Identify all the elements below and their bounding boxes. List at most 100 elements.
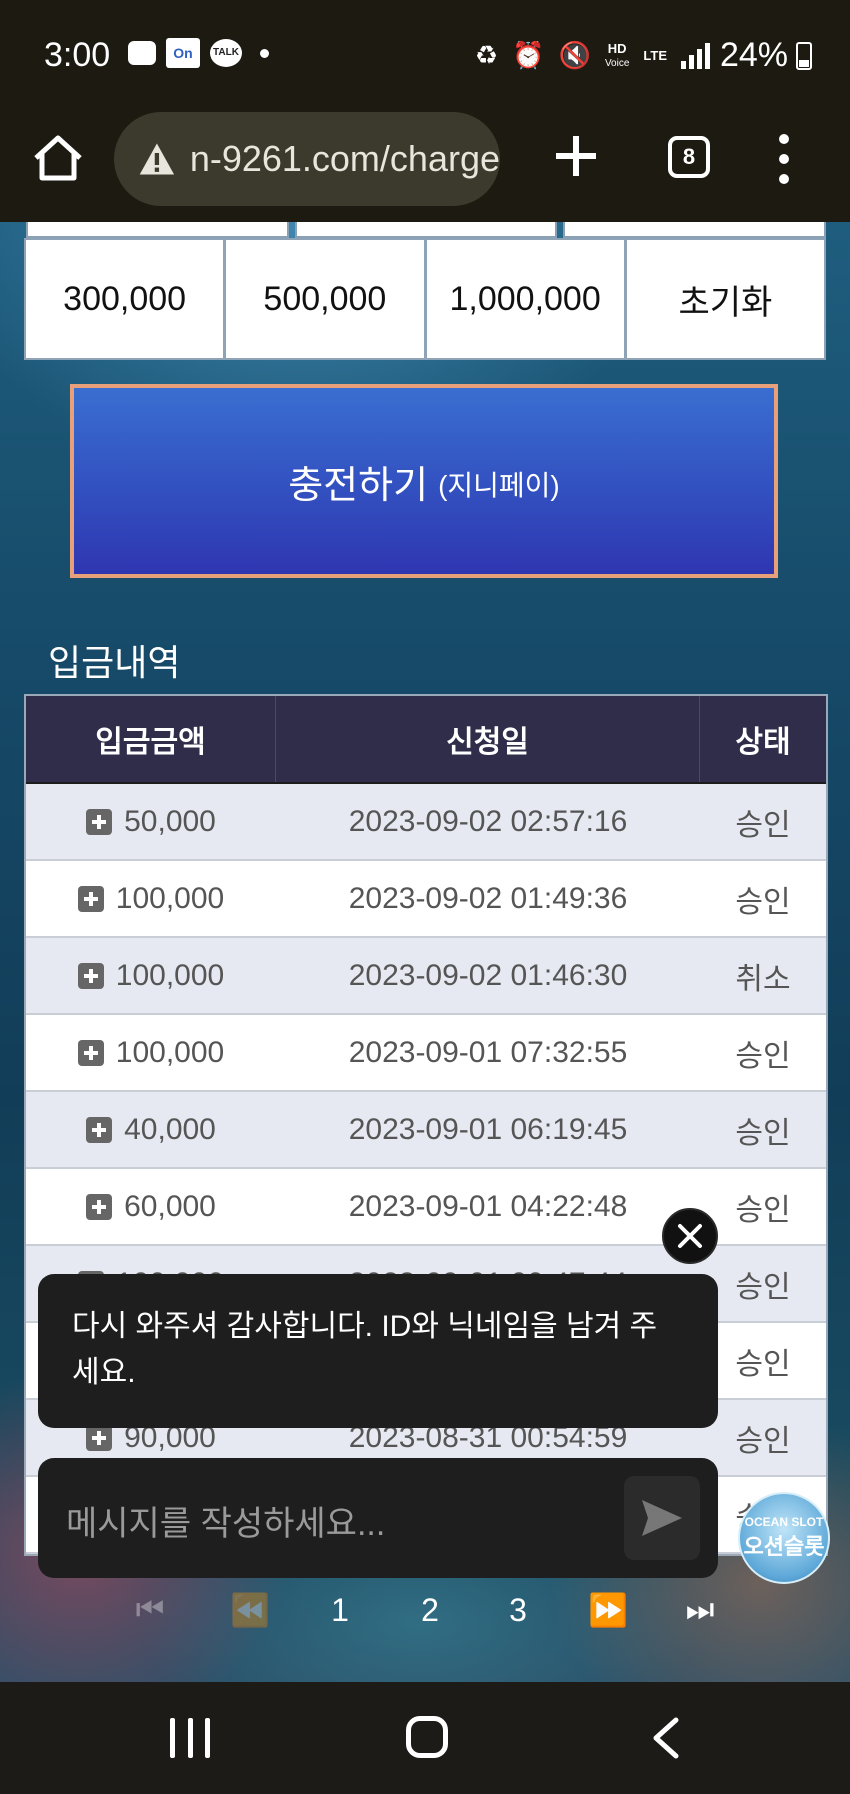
- expand-plus-icon[interactable]: [77, 962, 104, 989]
- amount-500000-button[interactable]: 500,000: [226, 240, 424, 358]
- talk-icon: TALK: [210, 39, 242, 67]
- expand-plus-icon[interactable]: [86, 1193, 113, 1220]
- next-page-icon[interactable]: ⏩: [588, 1580, 628, 1640]
- date-cell: 2023-09-01 07:32:55: [348, 1035, 628, 1069]
- expand-plus-icon[interactable]: [77, 1039, 104, 1066]
- page-1-button[interactable]: 1: [320, 1580, 360, 1640]
- amount-cell[interactable]: 100,000: [26, 1036, 276, 1070]
- status-cell: 승인: [735, 1039, 791, 1073]
- logo-english-text: OCEAN SLOT: [744, 1515, 824, 1529]
- close-icon: [678, 1224, 702, 1248]
- date-cell: 2023-09-01 06:19:45: [348, 1112, 628, 1146]
- expand-plus-icon[interactable]: [86, 1424, 113, 1451]
- charge-button-label: 충전하기: [288, 464, 429, 507]
- app-icon: On: [166, 38, 200, 68]
- recycle-icon: ♻: [474, 40, 499, 70]
- amount-cell[interactable]: 100,000: [26, 959, 276, 993]
- page-3-button[interactable]: 3: [498, 1580, 538, 1640]
- date-cell: 2023-09-02 01:49:36: [348, 881, 628, 915]
- new-tab-icon[interactable]: [552, 132, 600, 180]
- recent-apps-icon[interactable]: [170, 1718, 210, 1758]
- amount-value: 100,000: [115, 958, 225, 992]
- chat-icon: [128, 41, 156, 65]
- table-row: 50,000 2023-09-02 02:57:16 승인: [26, 784, 826, 861]
- amount-buttons: 300,000 500,000 1,000,000 초기화: [24, 238, 826, 360]
- amount-1000000-button[interactable]: 1,000,000: [426, 240, 624, 358]
- date-cell: 2023-09-01 04:22:48: [348, 1189, 628, 1223]
- url-field[interactable]: n-9261.com/charge: [114, 112, 500, 206]
- column-header-status: 상태: [735, 726, 791, 759]
- tab-switcher-button[interactable]: 8: [668, 136, 710, 178]
- page-2-button[interactable]: 2: [410, 1580, 450, 1640]
- url-text: n-9261.com/charge: [189, 138, 500, 179]
- chat-close-button[interactable]: [662, 1208, 718, 1264]
- lte-icon: LTE: [643, 48, 667, 63]
- alarm-icon: ⏰: [512, 40, 545, 70]
- status-cell: 승인: [735, 1347, 791, 1381]
- column-header-date: 신청일: [276, 696, 700, 782]
- table-body: 50,000 2023-09-02 02:57:16 승인 100,000 2023-0…: [26, 784, 826, 1554]
- amount-cell[interactable]: 60,000: [26, 1190, 276, 1224]
- warning-icon: [139, 143, 175, 175]
- status-cell: 취소: [735, 962, 791, 996]
- amount-cell[interactable]: 50,000: [26, 805, 276, 839]
- table-row: 100,000 2023-09-01 07:32:55 승인: [26, 1015, 826, 1092]
- ocean-slot-logo[interactable]: OCEAN SLOT 오션슬롯: [738, 1492, 830, 1584]
- pagination: ⏮ ⏪ 1 2 3 ⏩ ⏭: [130, 1580, 730, 1640]
- status-cell: 승인: [735, 1116, 791, 1150]
- send-icon: [642, 1500, 682, 1536]
- column-header-amount: 입금금액: [26, 696, 276, 782]
- system-navigation-bar: [0, 1682, 850, 1794]
- table-row: 100,000 2023-09-02 01:46:30 취소: [26, 938, 826, 1015]
- deposit-history-title: 입금내역: [48, 642, 181, 683]
- hd-voice-icon: HD Voice: [604, 40, 630, 69]
- chat-input-box[interactable]: 메시지를 작성하세요...: [38, 1458, 718, 1578]
- send-button[interactable]: [624, 1476, 700, 1560]
- amount-cell[interactable]: 100,000: [26, 882, 276, 916]
- date-cell: 2023-09-02 02:57:16: [348, 804, 628, 838]
- date-cell: 2023-09-02 01:46:30: [348, 958, 628, 992]
- last-page-icon[interactable]: ⏭: [680, 1580, 720, 1640]
- first-page-icon[interactable]: ⏮: [130, 1580, 170, 1640]
- charge-button[interactable]: 충전하기 (지니페이): [70, 384, 778, 578]
- amount-value: 100,000: [115, 1035, 225, 1069]
- table-header: 입금금액 신청일 상태: [26, 696, 826, 784]
- status-cell: 승인: [735, 885, 791, 919]
- browser-toolbar: n-9261.com/charge 8: [0, 110, 850, 222]
- status-bar: 3:00 On TALK ♻ ⏰ 🔇 HD Voice LTE 24%: [0, 0, 850, 110]
- home-icon[interactable]: [30, 130, 86, 186]
- expand-plus-icon[interactable]: [86, 808, 113, 835]
- more-menu-icon[interactable]: [774, 134, 794, 184]
- home-nav-icon[interactable]: [406, 1716, 448, 1758]
- mute-icon: 🔇: [558, 40, 591, 70]
- amount-row-partial: [26, 222, 827, 238]
- back-icon[interactable]: [646, 1716, 686, 1760]
- status-indicators: ♻ ⏰ 🔇 HD Voice LTE: [475, 40, 710, 71]
- amount-cell[interactable]: 40,000: [26, 1113, 276, 1147]
- dot-icon: [260, 48, 269, 58]
- amount-value: 100,000: [115, 881, 225, 915]
- prev-page-icon[interactable]: ⏪: [230, 1580, 270, 1640]
- chat-message: 다시 와주셔 감사합니다. ID와 닉네임을 남겨 주세요.: [38, 1274, 718, 1428]
- chat-input-placeholder: 메시지를 작성하세요...: [66, 1505, 386, 1543]
- status-cell: 승인: [735, 808, 791, 842]
- battery-status: 24%: [720, 36, 812, 75]
- reset-button[interactable]: 초기화: [626, 240, 824, 358]
- table-row: 40,000 2023-09-01 06:19:45 승인: [26, 1092, 826, 1169]
- amount-300000-button[interactable]: 300,000: [26, 240, 224, 358]
- expand-plus-icon[interactable]: [86, 1116, 113, 1143]
- amount-value: 60,000: [124, 1189, 216, 1223]
- notification-icons: On TALK: [128, 38, 269, 68]
- status-time: 3:00: [44, 36, 111, 74]
- status-cell: 승인: [735, 1270, 791, 1304]
- battery-icon: [796, 41, 812, 70]
- expand-plus-icon[interactable]: [77, 885, 104, 912]
- battery-percent: 24%: [719, 36, 788, 74]
- signal-icon: [681, 42, 710, 69]
- table-row: 100,000 2023-09-02 01:49:36 승인: [26, 861, 826, 938]
- amount-value: 50,000: [124, 804, 216, 838]
- status-cell: 승인: [735, 1424, 791, 1458]
- status-cell: 승인: [735, 1193, 791, 1227]
- logo-korean-text: 오션슬롯: [743, 1534, 825, 1559]
- charge-button-sublabel: (지니페이): [438, 470, 560, 501]
